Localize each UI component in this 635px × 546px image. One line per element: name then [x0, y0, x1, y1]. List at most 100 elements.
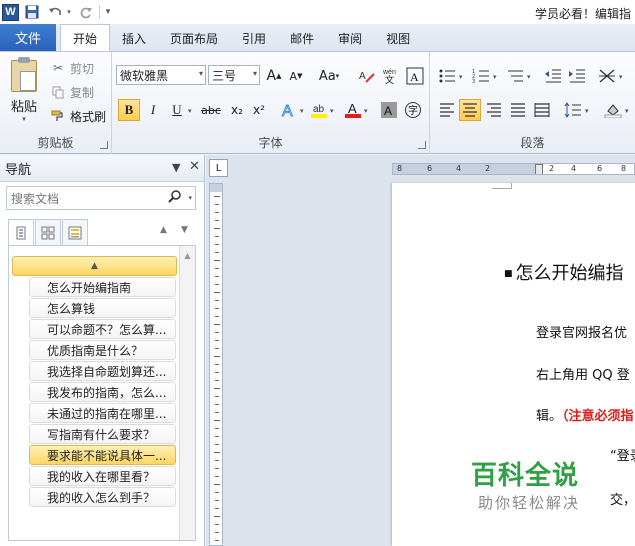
- heading-item[interactable]: 要求能不能说具体一...: [29, 445, 176, 465]
- heading-item[interactable]: 怎么算钱: [29, 298, 176, 318]
- customize-qat-icon[interactable]: ▾: [103, 2, 113, 22]
- next-heading-icon[interactable]: ▼: [181, 225, 188, 235]
- font-color-dropdown-icon[interactable]: ▾: [364, 107, 368, 115]
- copy-button[interactable]: 复制: [50, 82, 94, 102]
- text-effects-dropdown-icon[interactable]: ▾: [300, 107, 304, 115]
- font-color-icon[interactable]: A: [342, 99, 364, 121]
- redo-icon[interactable]: [76, 2, 96, 22]
- horizontal-ruler[interactable]: 8 6 4 2 2 4 6 8: [392, 163, 635, 175]
- highlight-dropdown-icon[interactable]: ▾: [330, 107, 334, 115]
- font-size-dropdown-icon[interactable]: ▾: [253, 69, 257, 78]
- heading-item[interactable]: 优质指南是什么？: [29, 340, 176, 360]
- previous-heading-icon[interactable]: ▲: [160, 225, 167, 235]
- align-left-icon[interactable]: [436, 99, 458, 121]
- chinese-layout-dropdown-icon[interactable]: ▾: [619, 73, 623, 81]
- italic-button[interactable]: I: [142, 99, 164, 121]
- bullets-dropdown-icon[interactable]: ▾: [459, 73, 463, 81]
- align-right-icon[interactable]: [483, 99, 505, 121]
- change-case-dropdown-icon[interactable]: ▾: [336, 72, 340, 80]
- multilevel-list-dropdown-icon[interactable]: ▾: [527, 73, 531, 81]
- shading-dropdown-icon[interactable]: ▾: [625, 107, 629, 115]
- enclose-characters-icon[interactable]: 字: [402, 99, 424, 121]
- change-case-button[interactable]: Aa ▾: [315, 65, 343, 87]
- document-heading[interactable]: ■ 怎么开始编指: [504, 259, 624, 285]
- document-paragraph-red-note[interactable]: 辑。（注意必须指: [536, 405, 634, 424]
- numbering-dropdown-icon[interactable]: ▾: [493, 73, 497, 81]
- underline-button[interactable]: U: [166, 99, 188, 121]
- shrink-font-button[interactable]: A ▼: [285, 65, 307, 87]
- decrease-indent-icon[interactable]: [542, 65, 564, 87]
- superscript-button[interactable]: x²: [248, 99, 270, 121]
- clipboard-launcher-icon[interactable]: [100, 141, 108, 149]
- line-spacing-dropdown-icon[interactable]: ▾: [585, 107, 589, 115]
- align-center-icon[interactable]: [459, 99, 481, 121]
- search-dropdown-icon[interactable]: ▾: [188, 194, 192, 202]
- file-tab[interactable]: 文件: [0, 24, 56, 51]
- underline-dropdown-icon[interactable]: ▾: [188, 107, 192, 115]
- search-input[interactable]: 搜索文档 ▾: [6, 186, 196, 210]
- grow-font-button[interactable]: A ▲: [263, 65, 285, 87]
- indent-marker[interactable]: [535, 164, 543, 174]
- collapse-heading-bar[interactable]: ▲: [12, 256, 177, 276]
- undo-icon[interactable]: [45, 2, 65, 22]
- text-effects-icon[interactable]: A: [278, 99, 300, 121]
- document-paragraph[interactable]: 右上角用 QQ 登: [536, 364, 630, 383]
- word-logo-icon[interactable]: W: [2, 3, 19, 21]
- nav-options-icon[interactable]: ▼: [172, 161, 180, 174]
- tab-page-layout[interactable]: 页面布局: [158, 25, 230, 51]
- heading-item[interactable]: 我的收入怎么到手？: [29, 487, 176, 507]
- document-paragraph[interactable]: 登录官网报名优: [536, 322, 627, 341]
- strikethrough-button[interactable]: abc: [198, 99, 224, 121]
- font-launcher-icon[interactable]: [418, 141, 426, 149]
- tab-selector[interactable]: L: [209, 159, 228, 177]
- line-spacing-icon[interactable]: [562, 99, 584, 121]
- tab-headings-view[interactable]: [8, 219, 34, 245]
- heading-item[interactable]: 我发布的指南，怎么...: [29, 382, 176, 402]
- tab-pages-view[interactable]: [35, 219, 61, 245]
- font-name-dropdown-icon[interactable]: ▾: [199, 69, 203, 78]
- character-shading-icon[interactable]: A: [378, 99, 400, 121]
- vertical-ruler[interactable]: [209, 183, 223, 546]
- nav-close-icon[interactable]: ✕: [189, 159, 200, 174]
- heading-item[interactable]: 可以命题不？怎么算...: [29, 319, 176, 339]
- tab-references[interactable]: 引用: [230, 25, 278, 51]
- character-border-icon[interactable]: A: [404, 65, 426, 87]
- bullets-icon[interactable]: [436, 65, 458, 87]
- increase-indent-icon[interactable]: [566, 65, 588, 87]
- tab-review[interactable]: 审阅: [326, 25, 374, 51]
- heading-item[interactable]: 我选择自命题划算还...: [29, 361, 176, 381]
- numbering-icon[interactable]: 123: [470, 65, 492, 87]
- bold-button[interactable]: B: [118, 99, 140, 121]
- distributed-icon[interactable]: [531, 99, 553, 121]
- highlight-icon[interactable]: ab: [308, 99, 330, 121]
- scroll-up-icon[interactable]: ▲: [182, 248, 193, 262]
- document-paragraph[interactable]: “登录: [610, 445, 635, 464]
- tab-insert[interactable]: 插入: [110, 25, 158, 51]
- tab-results-view[interactable]: [62, 219, 88, 245]
- heading-item[interactable]: 未通过的指南在哪里...: [29, 403, 176, 423]
- tab-home[interactable]: 开始: [60, 24, 111, 51]
- font-name-combo[interactable]: 微软雅黑 ▾: [116, 65, 206, 85]
- phonetic-guide-icon[interactable]: wén 文: [380, 65, 402, 87]
- search-icon[interactable]: [168, 190, 181, 207]
- shading-icon[interactable]: [602, 99, 624, 121]
- font-size-combo[interactable]: 三号 ▾: [208, 65, 260, 85]
- tab-view[interactable]: 视图: [374, 25, 422, 51]
- headings-scrollbar[interactable]: ▲: [179, 246, 195, 540]
- format-painter-button[interactable]: 格式刷: [50, 106, 106, 126]
- cut-button[interactable]: ✂ 剪切: [50, 58, 94, 78]
- tab-mailings[interactable]: 邮件: [278, 25, 326, 51]
- save-icon[interactable]: [22, 2, 42, 22]
- heading-item[interactable]: 写指南有什么要求？: [29, 424, 176, 444]
- multilevel-list-icon[interactable]: [504, 65, 526, 87]
- document-paragraph[interactable]: 交，: [610, 489, 635, 508]
- subscript-button[interactable]: x₂: [226, 99, 248, 121]
- clear-formatting-icon[interactable]: A: [356, 65, 378, 87]
- justify-icon[interactable]: [507, 99, 529, 121]
- paste-button[interactable]: 粘贴 ▾: [6, 57, 42, 130]
- chinese-layout-icon[interactable]: [596, 65, 618, 87]
- undo-dropdown-icon[interactable]: ▾: [65, 2, 73, 22]
- heading-item[interactable]: 我的收入在哪里看？: [29, 466, 176, 486]
- heading-item[interactable]: 怎么开始编指南: [29, 277, 176, 297]
- paste-dropdown-icon[interactable]: ▾: [22, 115, 26, 123]
